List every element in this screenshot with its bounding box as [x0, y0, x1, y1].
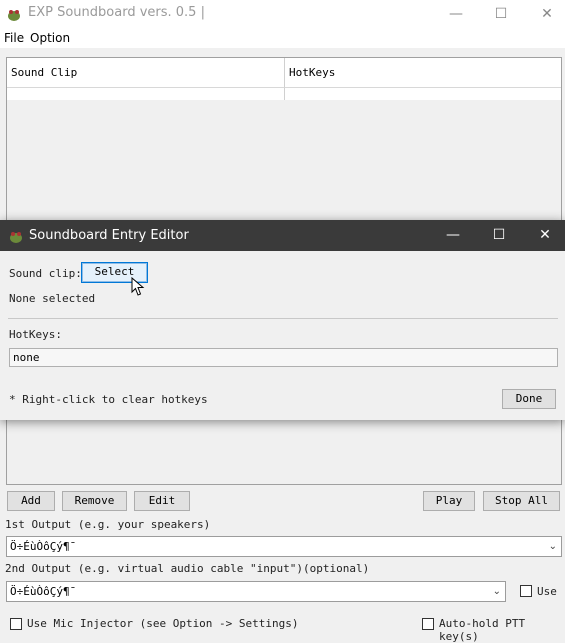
output1-select[interactable]: Ö÷ÉùÒôÇý¶¯ ⌄ [6, 536, 562, 557]
dialog-title-bar[interactable]: Soundboard Entry Editor — ☐ ✕ [0, 220, 565, 251]
add-button[interactable]: Add [7, 491, 55, 511]
close-icon[interactable]: ✕ [524, 0, 565, 28]
maximize-icon[interactable]: ☐ [478, 0, 524, 28]
mic-injector-label: Use Mic Injector (see Option -> Settings… [27, 617, 299, 630]
close-icon[interactable]: ✕ [522, 220, 565, 251]
hotkeys-input[interactable]: none [9, 348, 558, 367]
window-title: EXP Soundboard vers. 0.5 | [28, 5, 205, 20]
use-output2-label: Use [537, 585, 557, 598]
minimize-icon[interactable]: — [433, 0, 479, 28]
table-row[interactable] [7, 87, 285, 100]
use-output2-checkbox[interactable] [520, 585, 532, 597]
app-icon [9, 229, 23, 243]
app-icon [7, 7, 21, 21]
menu-bar: File Option [0, 28, 565, 48]
output2-label: 2nd Output (e.g. virtual audio cable "in… [5, 562, 370, 575]
done-button[interactable]: Done [502, 389, 556, 409]
entry-editor-dialog: Soundboard Entry Editor — ☐ ✕ Sound clip… [0, 220, 565, 420]
minimize-icon[interactable]: — [430, 220, 476, 251]
edit-button[interactable]: Edit [134, 491, 190, 511]
output1-label: 1st Output (e.g. your speakers) [5, 518, 211, 531]
column-header-sound-clip[interactable]: Sound Clip [7, 58, 285, 87]
main-title-bar[interactable]: EXP Soundboard vers. 0.5 | — ☐ ✕ [0, 0, 565, 28]
menu-file[interactable]: File [4, 31, 24, 45]
output1-value: Ö÷ÉùÒôÇý¶¯ [10, 540, 77, 553]
menu-option[interactable]: Option [30, 31, 70, 45]
mic-injector-checkbox[interactable] [10, 618, 22, 630]
auto-hold-label: Auto-hold PTT key(s) [439, 617, 526, 643]
sound-clip-label: Sound clip: [9, 267, 82, 280]
selection-status: None selected [9, 292, 96, 305]
play-button[interactable]: Play [423, 491, 475, 511]
hotkeys-hint: * Right-click to clear hotkeys [9, 393, 208, 406]
table-row-cell[interactable] [285, 87, 561, 100]
divider [8, 318, 558, 319]
chevron-down-icon[interactable]: ⌄ [493, 582, 501, 601]
mouse-cursor-icon [131, 276, 145, 301]
dialog-title: Soundboard Entry Editor [29, 228, 189, 243]
column-header-hotkeys[interactable]: HotKeys [285, 58, 561, 87]
maximize-icon[interactable]: ☐ [476, 220, 522, 251]
chevron-down-icon[interactable]: ⌄ [549, 537, 557, 556]
stop-all-button[interactable]: Stop All [483, 491, 560, 511]
output2-value: Ö÷ÉùÒôÇý¶¯ [10, 585, 77, 598]
hotkeys-label: HotKeys: [9, 328, 62, 341]
remove-button[interactable]: Remove [62, 491, 127, 511]
auto-hold-checkbox[interactable] [422, 618, 434, 630]
output2-select[interactable]: Ö÷ÉùÒôÇý¶¯ ⌄ [6, 581, 506, 602]
